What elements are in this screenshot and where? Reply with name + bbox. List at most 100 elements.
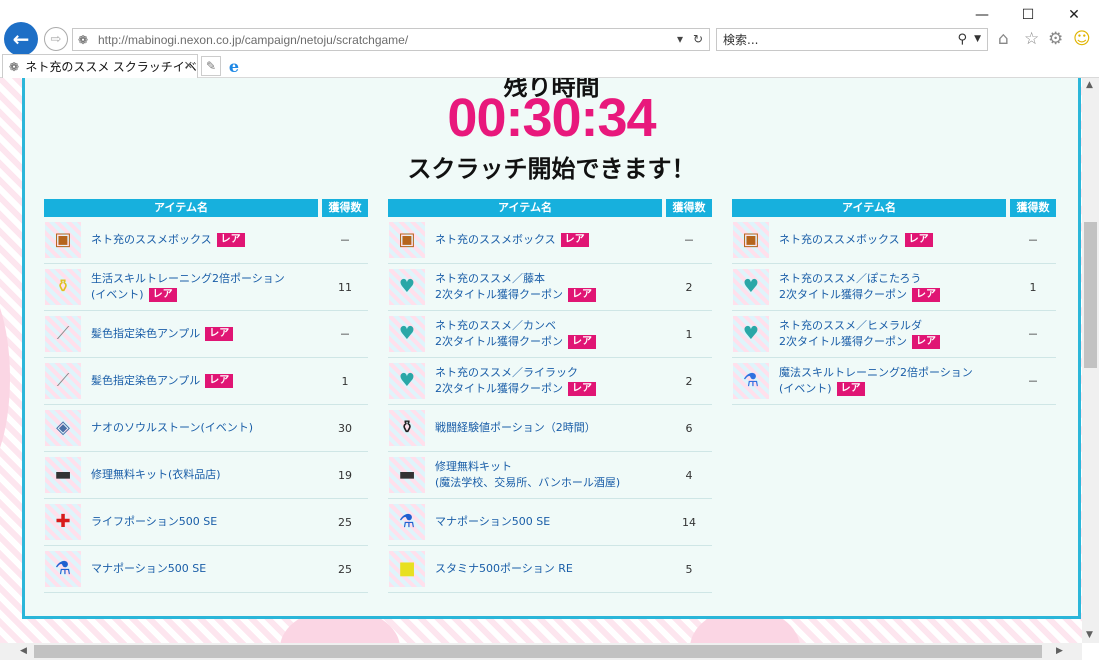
countdown-timer: 00:30:34	[447, 88, 656, 148]
rare-badge: レア	[568, 288, 596, 302]
repair-kit-icon: ▬	[45, 457, 81, 493]
item-row: ▣ ネト充のススメボックス レア －	[732, 217, 1056, 264]
tab-bar: ❁ ネト充のススメ スクラッチイベン... ✕ ✎ e	[0, 54, 1099, 78]
item-count: 2	[685, 280, 693, 294]
item-row: ♥ ネト充のススメ／カンベ 2次タイトル獲得クーポン レア 1	[388, 311, 712, 358]
close-tab-icon[interactable]: ✕	[184, 59, 193, 72]
item-count: 1	[341, 374, 349, 388]
coupon-icon: ♥	[389, 363, 425, 399]
forward-button[interactable]: ⇨	[44, 27, 68, 51]
item-count: 25	[338, 515, 352, 529]
repair-kit-icon-glyph: ▬	[398, 464, 416, 485]
item-name-text: マナポーション500 SE	[435, 515, 551, 528]
item-row: ▣ ネト充のススメボックス レア －	[44, 217, 368, 264]
repair-kit-icon: ▬	[389, 457, 425, 493]
home-icon[interactable]: ⌂	[998, 29, 1009, 49]
coupon-icon-glyph: ♥	[398, 323, 416, 344]
horizontal-scroll-thumb[interactable]	[34, 645, 1042, 658]
mana-potion-icon: ⚗	[389, 504, 425, 540]
item-name-text: 生活スキルトレーニング2倍ポーション	[91, 272, 285, 285]
item-name-text: ネト充のススメボックス	[435, 233, 556, 246]
smiley-feedback-icon[interactable]: ☺	[1073, 29, 1091, 49]
page-viewport: 残り時間 00:30:34 スクラッチ開始できます！ アイテム名 獲得数 ▣ ネト充の…	[0, 78, 1082, 643]
life-potion-icon-glyph: ✚	[55, 511, 71, 532]
item-row: ♥ ネト充のススメ／ライラック 2次タイトル獲得クーポン レア 2	[388, 358, 712, 405]
item-column: アイテム名 獲得数 ▣ ネト充のススメボックス レア － ⚱ 生活スキルトレーニング2倍ポーシ…	[44, 199, 368, 593]
item-name-subtext: (魔法学校、交易所、バンホール酒屋)	[435, 476, 621, 489]
item-row: ▬ 修理無料キット(衣料品店) 19	[44, 452, 368, 499]
dye-ampoule-icon: ⟋	[45, 363, 81, 399]
item-name-text: ネト充のススメ／ヒメラルダ	[779, 319, 922, 332]
scratch-result-panel: 残り時間 00:30:34 スクラッチ開始できます！ アイテム名 獲得数 ▣ ネト充の…	[22, 78, 1081, 619]
arrow-left-icon: ←	[12, 27, 30, 51]
soul-stone-icon: ◈	[45, 410, 81, 446]
item-count: －	[339, 234, 351, 247]
vertical-scroll-thumb[interactable]	[1084, 222, 1097, 368]
item-name: ネト充のススメ／カンベ 2次タイトル獲得クーポン レア	[435, 318, 666, 350]
item-name-text: ネト充のススメ／ライラック	[435, 366, 578, 379]
search-icon[interactable]: ⚲	[957, 32, 967, 47]
item-name: ネト充のススメ／ぽこたろう 2次タイトル獲得クーポン レア	[779, 271, 1010, 303]
rare-badge: レア	[904, 233, 933, 247]
dye-ampoule-icon-glyph: ⟋	[56, 323, 70, 344]
arrow-right-icon: ⇨	[50, 31, 62, 47]
url-text: http://mabinogi.nexon.co.jp/campaign/net…	[98, 32, 409, 47]
rare-badge: レア	[912, 288, 940, 302]
rare-badge: レア	[216, 233, 245, 247]
search-input[interactable]: 検索... ⚲ ▼	[716, 28, 988, 51]
item-name-text: 戦闘経験値ポーション（2時間）	[435, 421, 596, 434]
item-row: ▣ ネト充のススメボックス レア －	[388, 217, 712, 264]
scroll-left-icon[interactable]: ◀	[20, 646, 27, 656]
header-item-name: アイテム名	[732, 199, 1006, 217]
rare-badge: レア	[148, 288, 177, 302]
rare-badge: レア	[205, 374, 234, 388]
gear-icon[interactable]: ⚙	[1048, 29, 1063, 49]
item-count: －	[1027, 375, 1039, 388]
chevron-down-icon[interactable]: ▼	[974, 34, 981, 44]
dropdown-icon[interactable]: ▾	[677, 32, 683, 46]
rare-badge: レア	[560, 233, 589, 247]
item-row: ⟋ 髪色指定染色アンプル レア －	[44, 311, 368, 358]
item-count: －	[683, 234, 695, 247]
repair-kit-icon-glyph: ▬	[54, 464, 72, 485]
coupon-icon: ♥	[389, 316, 425, 352]
item-row: ⚗ 魔法スキルトレーニング2倍ポーション (イベント) レア －	[732, 358, 1056, 405]
stamina-potion-icon-glyph: ■	[398, 558, 416, 579]
scroll-right-icon[interactable]: ▶	[1056, 646, 1063, 656]
new-tab-button[interactable]: ✎	[201, 56, 221, 76]
refresh-icon[interactable]: ↻	[693, 32, 703, 46]
item-name-text: 髪色指定染色アンプル	[91, 374, 201, 387]
item-name: マナポーション500 SE	[435, 514, 666, 530]
stamina-potion-icon: ■	[389, 551, 425, 587]
mana-potion-icon-glyph: ⚗	[398, 511, 416, 532]
site-favicon-icon: ❁	[78, 32, 89, 47]
header-item-name: アイテム名	[44, 199, 318, 217]
scroll-up-icon[interactable]: ▲	[1086, 80, 1093, 90]
ie-logo-icon[interactable]: e	[224, 56, 244, 76]
item-row: ■ スタミナ500ポーション RE 5	[388, 546, 712, 593]
back-button[interactable]: ←	[4, 22, 38, 56]
item-row: ▬ 修理無料キット (魔法学校、交易所、バンホール酒屋) 4	[388, 452, 712, 499]
item-name-subtext: (イベント)	[91, 288, 144, 301]
item-row: ⚗ マナポーション500 SE 14	[388, 499, 712, 546]
treasure-chest-icon: ▣	[389, 222, 425, 258]
item-name: ネト充のススメ／ライラック 2次タイトル獲得クーポン レア	[435, 365, 666, 397]
header-count: 獲得数	[666, 199, 712, 217]
item-name: 修理無料キット(衣料品店)	[91, 467, 322, 483]
item-name-subtext: 2次タイトル獲得クーポン	[779, 288, 907, 301]
item-count: 11	[338, 280, 352, 294]
item-name: ライフポーション500 SE	[91, 514, 322, 530]
item-column: アイテム名 獲得数 ▣ ネト充のススメボックス レア － ♥ ネト充のススメ／藤本 2次タイトル…	[388, 199, 712, 593]
item-row: ♥ ネト充のススメ／藤本 2次タイトル獲得クーポン レア 2	[388, 264, 712, 311]
item-name-text: 魔法スキルトレーニング2倍ポーション	[779, 366, 973, 379]
favorites-star-icon[interactable]: ☆	[1024, 29, 1039, 49]
scroll-down-icon[interactable]: ▼	[1086, 630, 1093, 640]
decorative-shape	[0, 278, 10, 478]
tab-active[interactable]: ❁ ネト充のススメ スクラッチイベン... ✕	[2, 54, 198, 78]
header-count: 獲得数	[1010, 199, 1056, 217]
column-header: アイテム名 獲得数	[732, 199, 1056, 217]
item-name: ネト充のススメボックス レア	[435, 232, 666, 248]
coupon-icon-glyph: ♥	[398, 276, 416, 297]
address-bar[interactable]: ❁ http://mabinogi.nexon.co.jp/campaign/n…	[72, 28, 710, 51]
item-count: 1	[685, 327, 693, 341]
